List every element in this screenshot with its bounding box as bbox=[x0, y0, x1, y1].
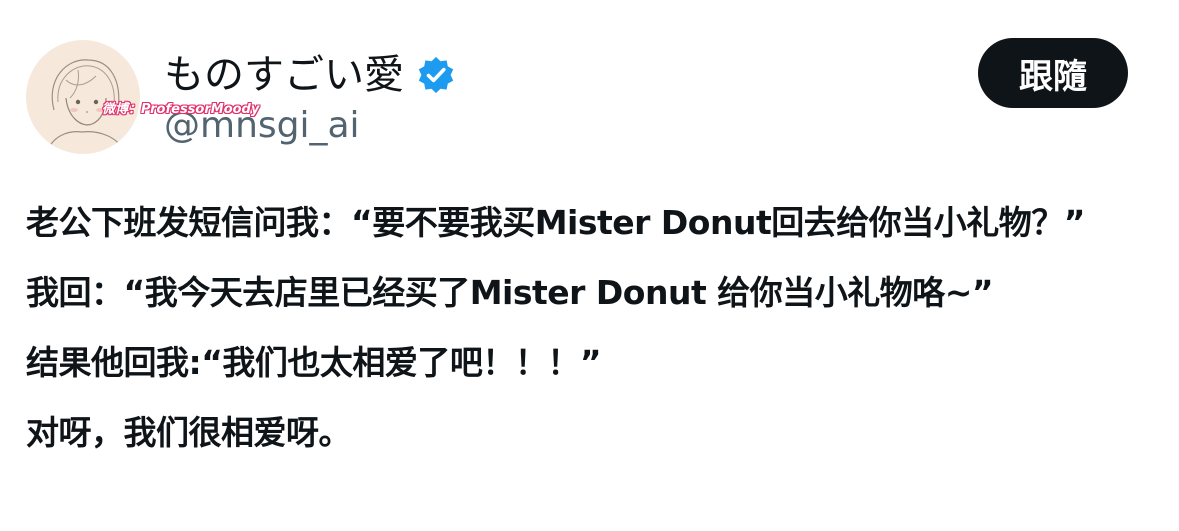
weibo-watermark: 微博：ProfessorMoody bbox=[102, 102, 260, 117]
tweet-card: 微博：ProfessorMoody ものすごい愛 @mnsgi_ai 跟隨 老公… bbox=[0, 0, 1179, 531]
verified-badge-icon bbox=[416, 55, 456, 95]
avatar[interactable] bbox=[26, 40, 140, 154]
tweet-header: 微博：ProfessorMoody ものすごい愛 @mnsgi_ai 跟隨 bbox=[24, 38, 1154, 160]
tweet-line: 对呀，我们很相爱呀。 bbox=[26, 413, 352, 452]
tweet-line: 老公下班发短信问我：“要不要我买Mister Donut回去给你当小礼物？” bbox=[26, 203, 1085, 242]
avatar-sketch-icon bbox=[45, 59, 127, 154]
display-name-row: ものすごい愛 bbox=[164, 48, 456, 102]
tweet-text: 老公下班发短信问我：“要不要我买Mister Donut回去给你当小礼物？” 我… bbox=[26, 188, 1166, 468]
follow-button[interactable]: 跟隨 bbox=[978, 38, 1128, 108]
display-name[interactable]: ものすごい愛 bbox=[164, 48, 404, 102]
tweet-line: 结果他回我:“我们也太相爱了吧！！！” bbox=[26, 343, 602, 382]
tweet-line: 我回：“我今天去店里已经买了Mister Donut 给你当小礼物咯~” bbox=[26, 273, 994, 312]
